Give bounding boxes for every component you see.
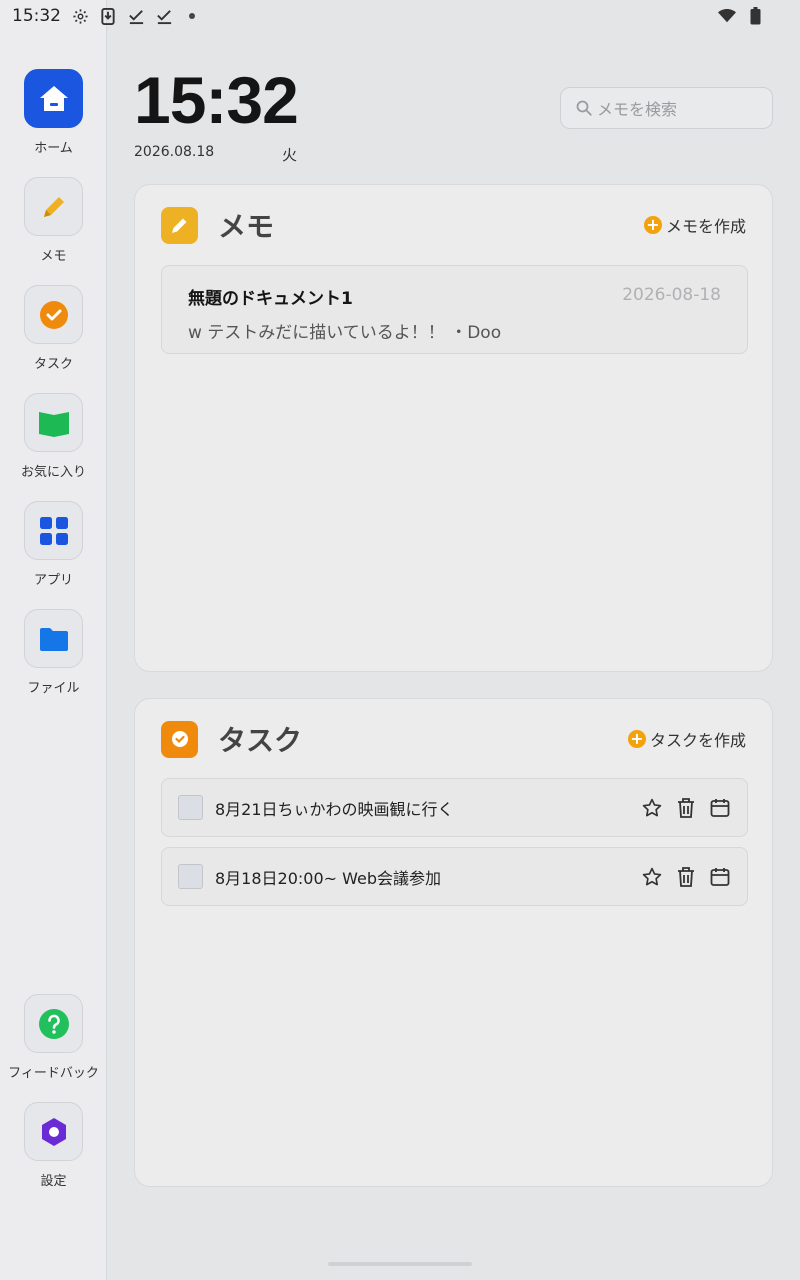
check-circle-icon [39, 300, 68, 329]
pencil-icon [161, 206, 198, 244]
search-input[interactable]: メモを検索 [560, 87, 773, 129]
plus-icon: + [643, 216, 662, 234]
battery-icon [746, 7, 764, 25]
sidebar-tile[interactable] [24, 393, 83, 452]
check-done-icon [127, 7, 145, 25]
folder-icon [39, 627, 68, 651]
sidebar-item-label: ホーム [34, 141, 73, 156]
trash-icon[interactable] [674, 796, 698, 820]
memo-date: 2026-08-18 [622, 285, 721, 305]
task-card: タスク + タスクを作成 8月21日ちぃかわの映画観に行く 8月18日20:00… [134, 698, 773, 1187]
sidebar-item-label: アプリ [33, 573, 73, 588]
wifi-icon [718, 7, 736, 25]
task-row[interactable]: 8月21日ちぃかわの映画観に行く [161, 778, 748, 837]
search-placeholder: メモを検索 [597, 100, 678, 119]
sidebar-item-label: メモ [40, 249, 67, 264]
plus-icon: + [627, 730, 646, 748]
status-time: 15:32 [12, 6, 61, 26]
task-text: 8月21日ちぃかわの映画観に行く [215, 799, 454, 819]
download-icon [99, 7, 117, 25]
create-task-button[interactable]: + タスクを作成 [627, 727, 746, 751]
gear-icon [71, 7, 89, 25]
status-bar: 15:32 [0, 0, 800, 32]
sidebar-item-label: お気に入り [20, 465, 86, 480]
memo-title: 無題のドキュメント1 [188, 289, 353, 309]
hexagon-settings-icon [41, 1117, 66, 1146]
memo-card-title: メモ [218, 210, 275, 243]
sidebar-tile[interactable] [24, 994, 83, 1053]
grid-icon [39, 516, 68, 545]
clock: 15:32 [134, 63, 299, 137]
home-icon [39, 85, 68, 111]
calendar-icon[interactable] [708, 865, 732, 889]
task-card-header: タスク [161, 719, 302, 759]
sidebar-tile[interactable] [24, 1102, 83, 1161]
create-memo-button[interactable]: + メモを作成 [643, 213, 746, 237]
sidebar-tile[interactable] [24, 285, 83, 344]
sidebar-item-apps[interactable]: アプリ [0, 501, 107, 588]
task-card-title: タスク [218, 724, 303, 757]
create-memo-label: メモを作成 [665, 217, 746, 236]
sidebar: ホーム メモ タスク お気に入り アプリ ファイル フィードバック 設定 [0, 0, 107, 1280]
star-icon[interactable] [640, 865, 664, 889]
task-row[interactable]: 8月18日20:00~ Web会議参加 [161, 847, 748, 906]
sidebar-tile[interactable] [24, 177, 83, 236]
sidebar-item-settings[interactable]: 設定 [0, 1102, 107, 1189]
trash-icon[interactable] [674, 865, 698, 889]
sidebar-item-memo[interactable]: メモ [0, 177, 107, 264]
memo-list-item[interactable]: 無題のドキュメント1 2026-08-18 w テストみだに描いているよ！！ ・… [161, 265, 748, 354]
sidebar-tile[interactable] [24, 609, 83, 668]
sidebar-item-label: 設定 [40, 1174, 67, 1189]
sidebar-item-task[interactable]: タスク [0, 285, 107, 372]
book-icon [38, 411, 69, 437]
check-circle-icon [161, 720, 198, 758]
memo-card-header: メモ [161, 205, 274, 245]
help-icon [38, 1008, 69, 1039]
sidebar-item-home[interactable]: ホーム [0, 69, 107, 156]
pencil-icon [43, 196, 64, 217]
gesture-home-bar[interactable] [328, 1262, 472, 1266]
date-label: 2026.08.18 [134, 144, 215, 160]
task-checkbox[interactable] [178, 795, 203, 820]
star-icon[interactable] [640, 796, 664, 820]
check-done-icon [155, 7, 173, 25]
search-icon [576, 100, 592, 116]
dot-icon [183, 7, 201, 25]
memo-preview: w テストみだに描いているよ！！ ・Doo [188, 323, 502, 343]
task-checkbox[interactable] [178, 864, 203, 889]
memo-card: メモ + メモを作成 無題のドキュメント1 2026-08-18 w テストみだ… [134, 184, 773, 672]
sidebar-item-feedback[interactable]: フィードバック [0, 994, 107, 1081]
create-task-label: タスクを作成 [649, 731, 746, 750]
sidebar-tile[interactable] [24, 501, 83, 560]
task-text: 8月18日20:00~ Web会議参加 [215, 868, 442, 888]
sidebar-item-favorites[interactable]: お気に入り [0, 393, 107, 480]
sidebar-tile[interactable] [24, 69, 83, 128]
sidebar-item-label: ファイル [27, 681, 80, 696]
sidebar-item-label: タスク [33, 357, 73, 372]
weekday-label: 火 [282, 146, 298, 164]
calendar-icon[interactable] [708, 796, 732, 820]
sidebar-item-label: フィードバック [8, 1066, 99, 1081]
sidebar-item-files[interactable]: ファイル [0, 609, 107, 696]
